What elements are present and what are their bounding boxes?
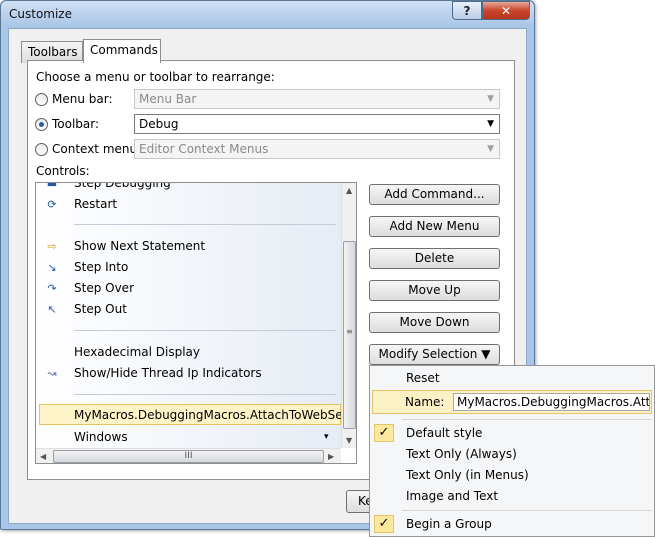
list-item[interactable]: ⇨ Show Next Statement xyxy=(36,236,341,257)
restart-icon: ⟳ xyxy=(47,198,57,211)
check-icon: ✓ xyxy=(374,424,394,442)
menu-bar-combo[interactable]: Menu Bar ▼ xyxy=(134,89,500,109)
step-out-icon: ↖ xyxy=(47,303,57,316)
list-separator xyxy=(74,224,336,225)
vertical-scrollbar[interactable]: ▲ ≡ ▼ xyxy=(341,183,356,448)
chevron-down-icon: ▼ xyxy=(487,144,494,154)
list-item[interactable]: ↝ Show/Hide Thread Ip Indicators xyxy=(36,363,341,384)
menu-bar-value: Menu Bar xyxy=(139,92,197,106)
thread-indicators-icon: ↝ xyxy=(47,367,57,380)
list-item[interactable]: ⟳ Restart xyxy=(36,194,341,215)
menu-item-begin-group[interactable]: ✓ Begin a Group xyxy=(370,514,654,535)
list-item[interactable]: ↘ Step Into xyxy=(36,257,341,278)
chevron-down-icon: ▼ xyxy=(487,119,494,129)
help-button[interactable]: ? xyxy=(452,1,482,20)
horizontal-scroll-thumb[interactable]: III xyxy=(53,450,324,463)
horizontal-scrollbar[interactable]: ◀ III ▶ xyxy=(36,448,341,463)
context-menu-label: Context menu: xyxy=(52,142,142,156)
menu-bar-radio[interactable] xyxy=(35,93,48,106)
grip-icon: ≡ xyxy=(346,327,353,336)
list-item[interactable]: ▬ Step Debugging xyxy=(36,183,341,194)
tab-commands[interactable]: Commands xyxy=(83,39,161,63)
controls-list[interactable]: ▬ Step Debugging ⟳ Restart ⇨ Show Next S… xyxy=(35,182,357,464)
title-bar[interactable]: Customize ? ✕ xyxy=(1,1,534,27)
list-item-selected[interactable]: MyMacros.DebuggingMacros.AttachToWebServ… xyxy=(39,404,341,425)
menu-bar-label: Menu bar: xyxy=(52,92,113,106)
menu-item-default-style[interactable]: ✓ Default style xyxy=(370,423,654,444)
menu-item-reset[interactable]: Reset xyxy=(370,368,654,389)
list-item[interactable]: ↖ Step Out xyxy=(36,299,341,320)
submenu-arrow-icon: ▾ xyxy=(324,432,329,442)
menu-separator xyxy=(402,419,652,420)
list-item[interactable]: Hexadecimal Display xyxy=(36,342,341,363)
scroll-left-icon[interactable]: ◀ xyxy=(40,452,46,461)
step-over-icon: ↷ xyxy=(47,282,57,295)
move-down-button[interactable]: Move Down xyxy=(369,312,500,333)
toolbar-value: Debug xyxy=(139,117,179,131)
context-menu-value: Editor Context Menus xyxy=(139,142,269,156)
menu-item-image-and-text[interactable]: Image and Text xyxy=(370,486,654,507)
list-separator xyxy=(74,330,336,331)
list-separator xyxy=(74,394,336,395)
step-debugging-icon: ▬ xyxy=(46,183,58,190)
controls-label: Controls: xyxy=(36,164,90,178)
move-up-button[interactable]: Move Up xyxy=(369,280,500,301)
chevron-down-icon: ▼ xyxy=(487,94,494,104)
scroll-down-icon[interactable]: ▼ xyxy=(346,436,352,445)
menu-separator xyxy=(402,510,652,511)
name-input[interactable]: MyMacros.DebuggingMacros.Attach xyxy=(453,393,650,411)
step-into-icon: ↘ xyxy=(47,261,57,274)
add-new-menu-button[interactable]: Add New Menu xyxy=(369,216,500,237)
menu-item-name[interactable]: Name: MyMacros.DebuggingMacros.Attach xyxy=(372,390,652,414)
toolbar-label: Toolbar: xyxy=(52,117,100,131)
list-item[interactable]: ↷ Step Over xyxy=(36,278,341,299)
modify-selection-menu: Reset Name: MyMacros.DebuggingMacros.Att… xyxy=(369,365,655,537)
vertical-scroll-thumb[interactable]: ≡ xyxy=(343,241,356,429)
window-title: Customize xyxy=(9,7,72,21)
menu-item-text-only-menus[interactable]: Text Only (in Menus) xyxy=(370,465,654,486)
choose-prompt: Choose a menu or toolbar to rearrange: xyxy=(36,70,275,84)
menu-item-text-only-always[interactable]: Text Only (Always) xyxy=(370,444,654,465)
delete-button[interactable]: Delete xyxy=(369,248,500,269)
context-menu-combo[interactable]: Editor Context Menus ▼ xyxy=(134,139,500,159)
check-icon: ✓ xyxy=(374,515,394,533)
list-item[interactable]: Windows ▾ xyxy=(36,427,341,448)
scroll-right-icon[interactable]: ▶ xyxy=(328,452,334,461)
close-button[interactable]: ✕ xyxy=(482,1,530,20)
modify-selection-button[interactable]: Modify Selection ▼ xyxy=(369,344,500,365)
scroll-up-icon[interactable]: ▲ xyxy=(346,186,352,195)
show-next-statement-icon: ⇨ xyxy=(47,240,57,253)
toolbar-combo[interactable]: Debug ▼ xyxy=(134,114,500,134)
toolbar-radio[interactable] xyxy=(35,118,48,131)
controls-list-items: ▬ Step Debugging ⟳ Restart ⇨ Show Next S… xyxy=(36,183,341,448)
context-menu-radio[interactable] xyxy=(35,143,48,156)
add-command-button[interactable]: Add Command... xyxy=(369,184,500,205)
